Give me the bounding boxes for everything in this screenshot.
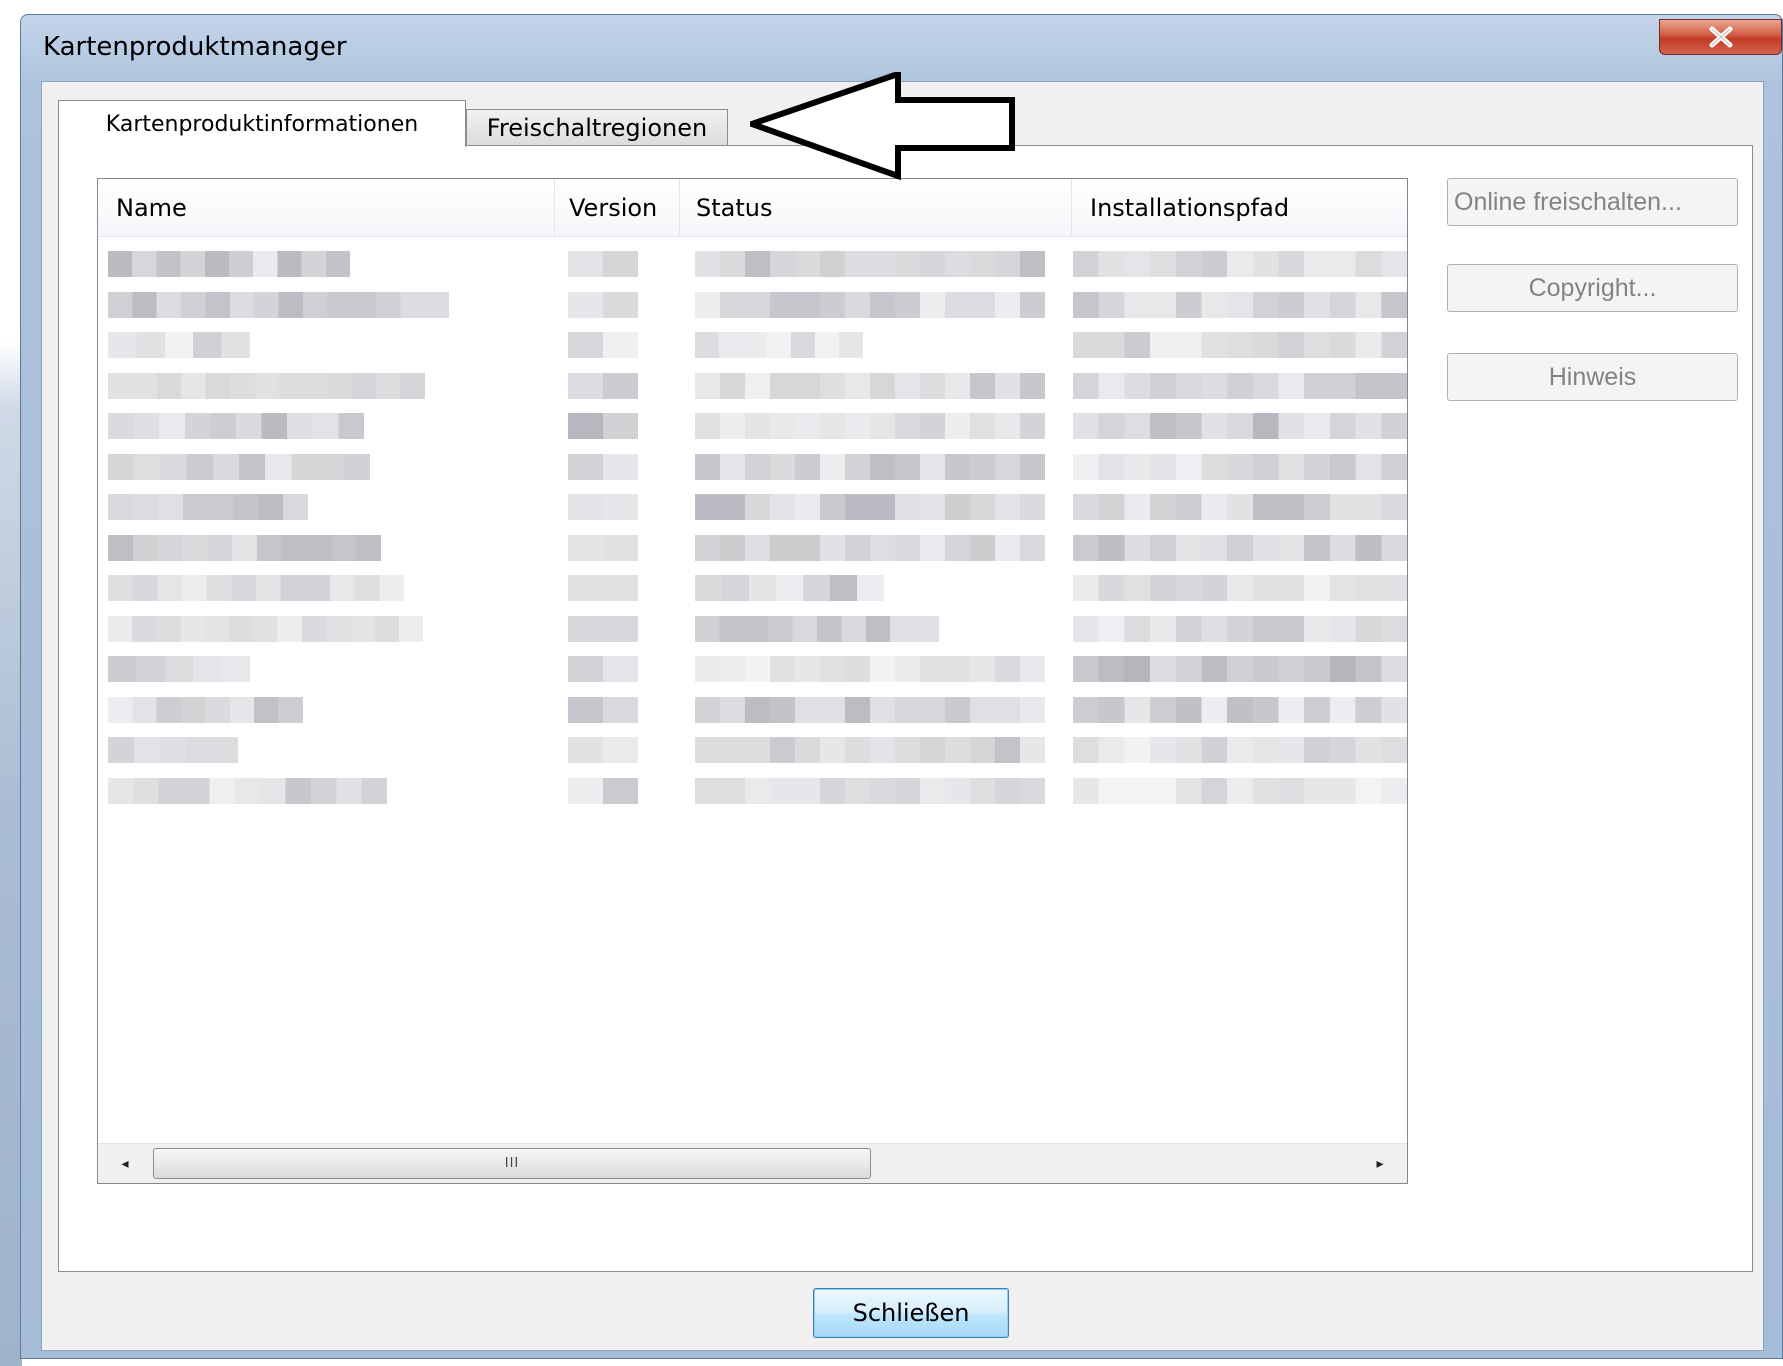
table-body (98, 237, 1407, 1145)
obscured-cell (568, 534, 638, 561)
obscured-cell (1073, 453, 1407, 480)
obscured-cell (1073, 251, 1407, 277)
obscured-cell (695, 332, 863, 358)
obscured-cell (695, 372, 1045, 399)
obscured-cell (108, 696, 303, 723)
obscured-cell (695, 575, 884, 601)
window-title: Kartenproduktmanager (43, 32, 347, 62)
obscured-cell (695, 413, 1045, 439)
obscured-cell (695, 251, 1045, 277)
obscured-cell (568, 291, 638, 318)
obscured-cell (108, 494, 308, 520)
obscured-cell (108, 372, 425, 399)
obscured-cell (695, 494, 1045, 520)
scroll-grip-icon: III (504, 1156, 520, 1171)
table-row[interactable] (98, 488, 1407, 529)
obscured-cell (108, 777, 387, 804)
obscured-cell (568, 737, 638, 763)
product-table[interactable]: Name Version Status Installationspfad ◂ … (97, 178, 1408, 1184)
table-row[interactable] (98, 772, 1407, 813)
tab-kartenproduktinformationen[interactable]: Kartenproduktinformationen (58, 100, 466, 147)
obscured-cell (568, 453, 638, 480)
table-row[interactable] (98, 731, 1407, 772)
column-header-version[interactable]: Version (555, 179, 680, 236)
obscured-cell (568, 372, 638, 399)
column-header-name[interactable]: Name (98, 179, 555, 236)
obscured-cell (108, 575, 404, 601)
obscured-cell (108, 453, 370, 480)
left-arrow-icon (750, 72, 1015, 181)
obscured-cell (695, 534, 1045, 561)
table-row[interactable] (98, 245, 1407, 286)
obscured-cell (1073, 534, 1407, 561)
obscured-cell (568, 575, 638, 601)
table-row[interactable] (98, 529, 1407, 570)
obscured-cell (108, 615, 423, 642)
scroll-left-button[interactable]: ◂ (106, 1144, 144, 1183)
scroll-right-button[interactable]: ▸ (1361, 1144, 1399, 1183)
table-header: Name Version Status Installationspfad (98, 179, 1407, 237)
obscured-cell (1073, 494, 1407, 520)
obscured-cell (568, 251, 638, 277)
obscured-cell (568, 777, 638, 804)
column-header-status[interactable]: Status (680, 179, 1072, 236)
tab-freischaltregionen[interactable]: Freischaltregionen (466, 109, 728, 146)
obscured-cell (108, 251, 350, 277)
obscured-cell (695, 777, 1045, 804)
table-row[interactable] (98, 650, 1407, 691)
table-row[interactable] (98, 448, 1407, 489)
obscured-cell (1073, 575, 1407, 601)
obscured-cell (695, 291, 1045, 318)
obscured-cell (695, 615, 939, 642)
close-dialog-button[interactable]: Schließen (813, 1288, 1009, 1338)
desktop-background (0, 0, 22, 1366)
obscured-cell (1073, 656, 1407, 682)
table-row[interactable] (98, 367, 1407, 408)
table-row[interactable] (98, 286, 1407, 327)
table-row[interactable] (98, 407, 1407, 448)
table-row[interactable] (98, 326, 1407, 367)
horizontal-scrollbar[interactable]: ◂ III ▸ (98, 1143, 1407, 1183)
table-row[interactable] (98, 610, 1407, 651)
obscured-cell (108, 656, 250, 682)
obscured-cell (568, 332, 638, 358)
obscured-cell (1073, 291, 1407, 318)
copyright-button[interactable]: Copyright... (1447, 264, 1738, 312)
obscured-cell (695, 656, 1045, 682)
obscured-cell (568, 615, 638, 642)
obscured-cell (108, 291, 449, 318)
column-header-installationspfad[interactable]: Installationspfad (1072, 179, 1407, 236)
obscured-cell (568, 494, 638, 520)
window-close-button[interactable] (1659, 19, 1782, 55)
obscured-cell (108, 332, 250, 358)
obscured-cell (1073, 413, 1407, 439)
obscured-cell (568, 696, 638, 723)
obscured-cell (1073, 372, 1407, 399)
obscured-cell (695, 737, 1045, 763)
obscured-cell (1073, 615, 1407, 642)
notice-button[interactable]: Hinweis (1447, 353, 1738, 401)
table-row[interactable] (98, 691, 1407, 732)
obscured-cell (1073, 696, 1407, 723)
obscured-cell (695, 696, 1045, 723)
online-unlock-button[interactable]: Online freischalten... (1447, 178, 1738, 226)
scrollbar-thumb[interactable]: III (153, 1148, 871, 1179)
table-row[interactable] (98, 569, 1407, 610)
obscured-cell (1073, 737, 1407, 763)
obscured-cell (1073, 777, 1407, 804)
obscured-cell (695, 453, 1045, 480)
obscured-cell (1073, 332, 1407, 358)
close-icon (1709, 26, 1732, 48)
obscured-cell (108, 534, 381, 561)
obscured-cell (568, 656, 638, 682)
obscured-cell (108, 737, 238, 763)
obscured-cell (108, 413, 364, 439)
obscured-cell (568, 413, 638, 439)
